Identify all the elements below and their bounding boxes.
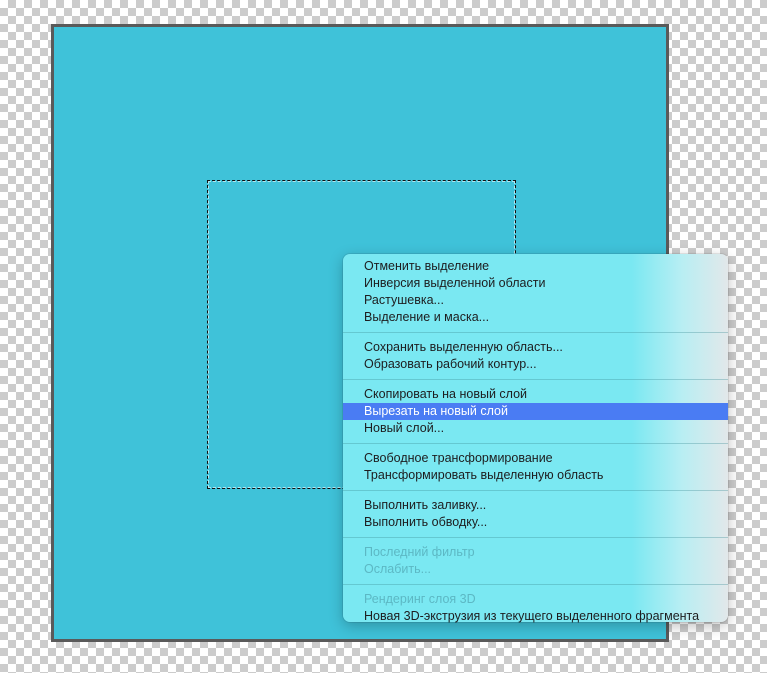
context-menu: Отменить выделение Инверсия выделенной о…: [343, 254, 728, 625]
menu-item-last-filter: Последний фильтр: [364, 545, 475, 559]
menu-item-fade: Ослабить...: [364, 562, 432, 576]
menu-item-free-transform[interactable]: Свободное трансформирование: [343, 450, 728, 467]
menu-item-make-work-path[interactable]: Образовать рабочий контур...: [343, 356, 728, 373]
menu-separator: [343, 584, 728, 585]
menu-separator: [343, 332, 728, 333]
menu-item-feather[interactable]: Растушевка...: [343, 292, 728, 309]
menu-item-fill[interactable]: Выполнить заливку...: [343, 497, 728, 514]
menu-item-deselect[interactable]: Отменить выделение: [343, 258, 728, 275]
menu-item-layer-via-cut[interactable]: Вырезать на новый слой: [343, 403, 728, 420]
menu-item-transform-selection[interactable]: Трансформировать выделенную область: [343, 467, 728, 484]
menu-item-new-layer[interactable]: Новый слой...: [343, 420, 728, 437]
menu-item-layer-via-copy[interactable]: Скопировать на новый слой: [343, 386, 728, 403]
menu-item-new-3d-extrusion[interactable]: Новая 3D-экструзия из текущего выделенно…: [343, 608, 728, 625]
menu-item-select-and-mask[interactable]: Выделение и маска...: [343, 309, 728, 326]
menu-item-save-selection[interactable]: Сохранить выделенную область...: [343, 339, 728, 356]
menu-item-stroke[interactable]: Выполнить обводку...: [343, 514, 728, 531]
menu-item-render-3d-layer: Рендеринг слоя 3D: [364, 592, 476, 606]
menu-separator: [343, 443, 728, 444]
menu-separator: [343, 537, 728, 538]
menu-item-inverse-selection[interactable]: Инверсия выделенной области: [343, 275, 728, 292]
menu-separator: [343, 379, 728, 380]
menu-separator: [343, 490, 728, 491]
